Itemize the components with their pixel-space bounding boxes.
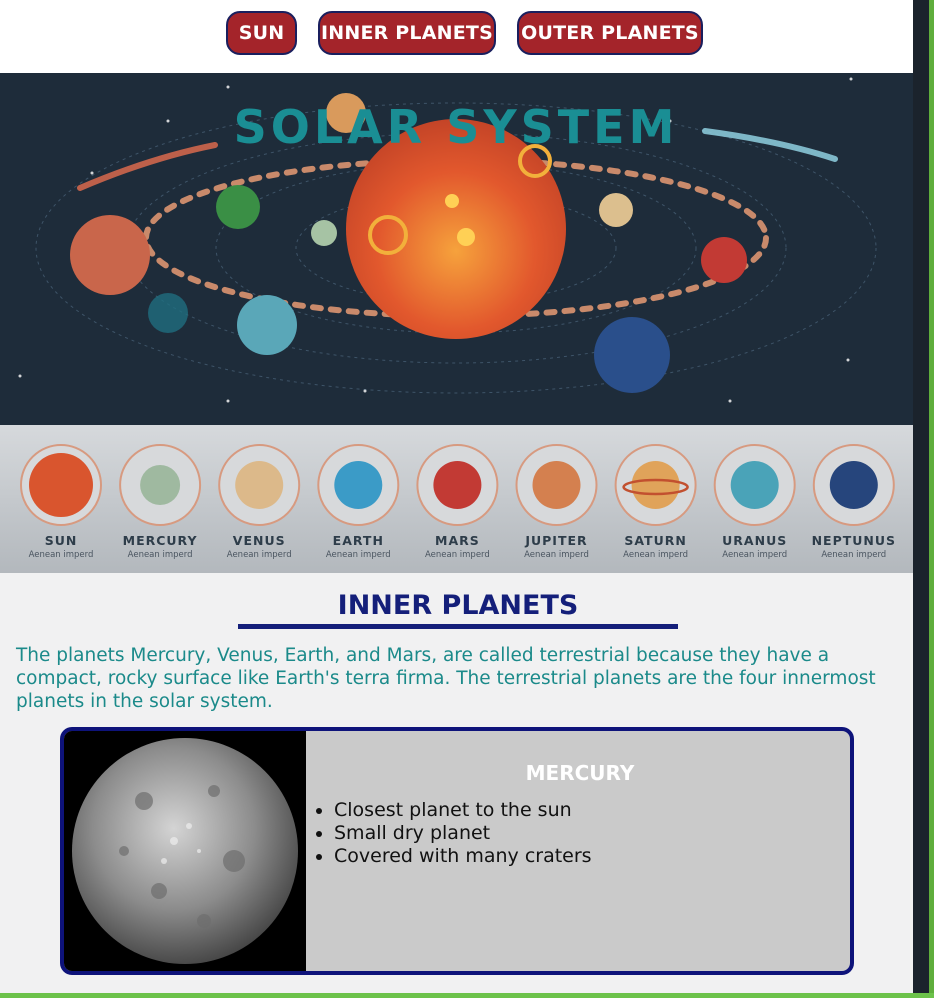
planet-label-mars: MARS bbox=[435, 533, 480, 548]
top-nav: SUN INNER PLANETS OUTER PLANETS bbox=[0, 0, 913, 73]
banner-title: SOLAR SYSTEM bbox=[234, 100, 679, 154]
planet-icon-jupiter bbox=[532, 461, 581, 509]
planet-label-uranus: URANUS bbox=[722, 533, 787, 548]
planet-label-earth: EARTH bbox=[333, 533, 384, 548]
card-body: MERCURY Closest planet to the sun Small … bbox=[310, 731, 850, 971]
planet-label-jupiter: JUPITER bbox=[524, 533, 587, 548]
section-title: INNER PLANETS bbox=[238, 588, 678, 629]
planet-label-neptunus: NEPTUNUS bbox=[812, 533, 896, 548]
planet-sub-sun: Aenean imperd bbox=[29, 550, 94, 560]
planet-icon-uranus bbox=[730, 461, 779, 509]
fact-item: Small dry planet bbox=[334, 822, 592, 845]
planet-sub-uranus: Aenean imperd bbox=[722, 550, 787, 560]
nav-inner-planets-button[interactable]: INNER PLANETS bbox=[318, 11, 496, 55]
planet-icon-earth bbox=[334, 461, 383, 509]
planet-icon-neptunus bbox=[829, 461, 878, 509]
intro-paragraph: The planets Mercury, Venus, Earth, and M… bbox=[16, 645, 876, 712]
card-title: MERCURY bbox=[525, 761, 635, 785]
planet-icon-saturn bbox=[631, 461, 680, 509]
planet-label-saturn: SATURN bbox=[624, 533, 686, 548]
planet-icon-mercury bbox=[140, 465, 181, 505]
bottom-edge-bar bbox=[0, 993, 934, 998]
fact-list: Closest planet to the sun Small dry plan… bbox=[314, 799, 592, 868]
planet-icon-venus bbox=[235, 461, 284, 509]
planet-sub-mars: Aenean imperd bbox=[425, 550, 490, 560]
planet-sub-neptunus: Aenean imperd bbox=[821, 550, 886, 560]
planet-sub-saturn: Aenean imperd bbox=[623, 550, 688, 560]
planet-label-sun: SUN bbox=[45, 533, 78, 548]
planet-card-mercury: MERCURY Closest planet to the sun Small … bbox=[60, 727, 854, 975]
planet-icon-mars bbox=[433, 461, 482, 509]
planet-label-venus: VENUS bbox=[233, 533, 286, 548]
planet-sub-earth: Aenean imperd bbox=[326, 550, 391, 560]
fact-item: Covered with many craters bbox=[334, 845, 592, 868]
planet-sub-mercury: Aenean imperd bbox=[128, 550, 193, 560]
planet-sub-venus: Aenean imperd bbox=[227, 550, 292, 560]
solar-system-banner: SOLAR SYSTEM SUN Aenean imperd MERCURY Aene… bbox=[0, 73, 913, 573]
page: SUN INNER PLANETS OUTER PLANETS SOLAR SY… bbox=[0, 0, 913, 993]
right-edge-bar bbox=[929, 0, 934, 998]
planet-sub-jupiter: Aenean imperd bbox=[524, 550, 589, 560]
nav-sun-button[interactable]: SUN bbox=[226, 11, 297, 55]
mercury-image bbox=[64, 731, 306, 971]
planet-icon-sun bbox=[29, 453, 93, 517]
nav-outer-planets-button[interactable]: OUTER PLANETS bbox=[517, 11, 703, 55]
fact-item: Closest planet to the sun bbox=[334, 799, 592, 822]
planet-label-mercury: MERCURY bbox=[123, 533, 198, 548]
